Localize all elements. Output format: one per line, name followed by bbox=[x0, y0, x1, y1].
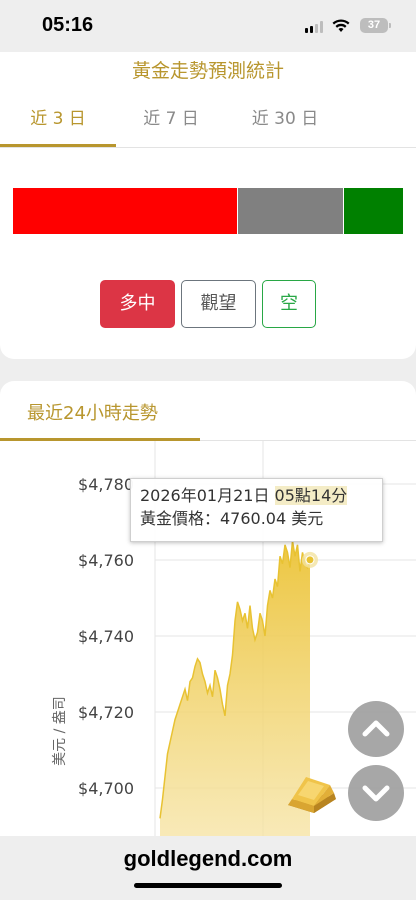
site-url[interactable]: goldlegend.com bbox=[0, 846, 416, 872]
tab-3-days[interactable]: 近 3 日 bbox=[0, 104, 116, 129]
battery-icon: 37 bbox=[360, 18, 391, 33]
hover-point[interactable] bbox=[305, 555, 315, 565]
vote-short-button[interactable]: 空 bbox=[262, 280, 316, 328]
forecast-title: 黃金走勢預測統計 bbox=[131, 60, 284, 82]
vote-wait-button[interactable]: 觀望 bbox=[181, 280, 256, 328]
y-tick-label: $4,720 bbox=[78, 703, 134, 722]
tab-7-days[interactable]: 近 7 日 bbox=[116, 104, 226, 129]
period-tabs: 近 3 日 近 7 日 近 30 日 bbox=[0, 98, 416, 148]
status-bar: 05:16 37 bbox=[0, 0, 416, 52]
y-tick-label: $4,760 bbox=[78, 551, 134, 570]
scroll-up-button[interactable] bbox=[348, 701, 404, 757]
chevron-up-icon bbox=[362, 720, 390, 737]
active-tab-indicator bbox=[0, 144, 116, 147]
sentiment-long-segment bbox=[13, 188, 237, 234]
cellular-signal-icon bbox=[305, 21, 325, 33]
tooltip-date: 2026年01月21日 bbox=[140, 486, 270, 505]
wifi-icon bbox=[332, 19, 350, 32]
trend-title[interactable]: 最近24小時走勢 bbox=[27, 399, 158, 425]
forecast-card: 黃金走勢預測統計 近 3 日 近 7 日 近 30 日 多中 觀望 空 bbox=[0, 52, 416, 359]
y-tick-label: $4,740 bbox=[78, 627, 134, 646]
y-axis-label: 美元 / 盎司 bbox=[52, 696, 68, 766]
tooltip-price: 黃金價格：4760.04 美元 bbox=[140, 509, 324, 528]
gold-bar-icon[interactable] bbox=[284, 773, 340, 817]
tooltip-time: 05點14分 bbox=[274, 486, 348, 505]
chevron-down-icon bbox=[362, 785, 390, 802]
chart-tooltip: 2026年01月21日 05點14分 黃金價格：4760.04 美元 bbox=[130, 478, 383, 542]
browser-footer: goldlegend.com bbox=[0, 836, 416, 900]
sentiment-wait-segment bbox=[238, 188, 343, 234]
tab-30-days[interactable]: 近 30 日 bbox=[226, 104, 344, 129]
vote-long-button[interactable]: 多中 bbox=[100, 280, 175, 328]
status-time: 05:16 bbox=[42, 14, 94, 36]
y-tick-label: $4,780 bbox=[78, 475, 134, 494]
sentiment-short-segment bbox=[344, 188, 403, 234]
home-indicator[interactable] bbox=[134, 883, 282, 888]
y-tick-label: $4,700 bbox=[78, 779, 134, 798]
trend-header: 最近24小時走勢 bbox=[0, 381, 416, 441]
scroll-down-button[interactable] bbox=[348, 765, 404, 821]
